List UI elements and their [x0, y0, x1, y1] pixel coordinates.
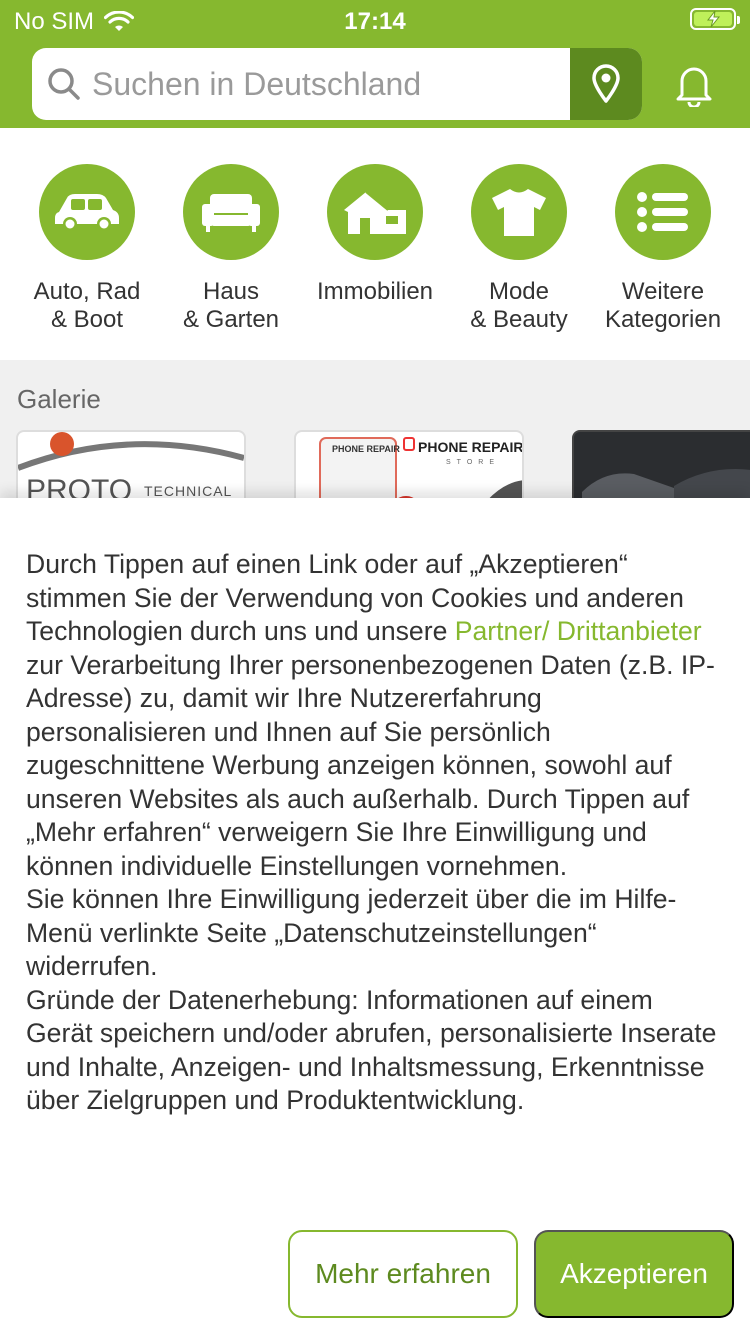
gallery-tile[interactable]: PHONE REPAIR PHONE REPAIR STORE: [294, 430, 524, 500]
list-icon: [637, 192, 688, 232]
accept-button[interactable]: Akzeptieren: [534, 1230, 734, 1318]
category-label: Auto, Rad & Boot: [33, 278, 141, 333]
category-icon-circle: [39, 164, 135, 260]
more-info-button[interactable]: Mehr erfahren: [288, 1230, 518, 1318]
category-label: Immobilien: [316, 278, 434, 305]
category-label: Weitere Kategorien: [604, 278, 722, 333]
category-icon-circle: [327, 164, 423, 260]
app-header: No SIM 17:14: [0, 0, 750, 128]
search-bar[interactable]: [32, 48, 642, 120]
search-icon: [48, 68, 80, 100]
status-bar: No SIM 17:14: [0, 0, 750, 40]
tile-text-phone-repair-small: PHONE REPAIR: [332, 444, 400, 454]
category-immobilien[interactable]: Immobilien: [303, 164, 447, 306]
tile-text-store: STORE: [446, 459, 500, 466]
category-row: Auto, Rad & Boot Haus & Garten Immobilie: [0, 128, 750, 360]
tile-text-technical: TECHNICAL: [144, 483, 232, 499]
category-icon-circle: [615, 164, 711, 260]
tshirt-icon: [492, 189, 546, 236]
gallery-tile[interactable]: PROTO TECHNICAL: [16, 430, 246, 500]
tile-image: PROTO TECHNICAL: [18, 432, 244, 500]
bell-icon: [676, 67, 712, 107]
battery-icon: [690, 8, 740, 30]
category-weitere[interactable]: Weitere Kategorien: [591, 164, 735, 334]
gallery-title: Galerie: [17, 384, 101, 414]
category-icon-circle: [471, 164, 567, 260]
car-icon: [55, 194, 119, 231]
category-label: Mode & Beauty: [470, 278, 568, 333]
status-time: 17:14: [344, 8, 406, 35]
category-label: Haus & Garten: [182, 278, 280, 333]
category-icon-circle: [183, 164, 279, 260]
sofa-icon: [202, 194, 260, 232]
consent-text-part3: Sie können Ihre Einwilligung jederzeit ü…: [26, 884, 677, 981]
gallery-tile[interactable]: [572, 430, 750, 500]
location-button[interactable]: [570, 48, 642, 120]
location-pin-icon: [592, 64, 620, 103]
tile-image: [574, 432, 750, 500]
consent-text-part4: Gründe der Datenerhebung: Informationen …: [26, 984, 717, 1116]
category-auto[interactable]: Auto, Rad & Boot: [15, 164, 159, 334]
search-input[interactable]: [92, 48, 572, 120]
gallery-section: Galerie PROTO TECHNICAL PHONE REPAIR PHO…: [0, 360, 750, 500]
tile-text-phone-repair: PHONE REPAIR: [418, 439, 524, 455]
category-haus-garten[interactable]: Haus & Garten: [159, 164, 303, 334]
cookie-consent-sheet: Durch Tippen auf einen Link oder auf „Ak…: [0, 498, 750, 1334]
category-mode-beauty[interactable]: Mode & Beauty: [447, 164, 591, 334]
tile-text-proto: PROTO: [26, 474, 132, 500]
partner-link[interactable]: Partner/ Drittanbieter: [455, 616, 702, 646]
tile-image: PHONE REPAIR PHONE REPAIR STORE: [319, 437, 524, 500]
consent-text: Durch Tippen auf einen Link oder auf „Ak…: [26, 548, 726, 1118]
house-icon: [344, 191, 406, 234]
consent-text-part2: zur Verarbeitung Ihrer personenbezogenen…: [26, 649, 715, 881]
notifications-button[interactable]: [668, 60, 720, 110]
